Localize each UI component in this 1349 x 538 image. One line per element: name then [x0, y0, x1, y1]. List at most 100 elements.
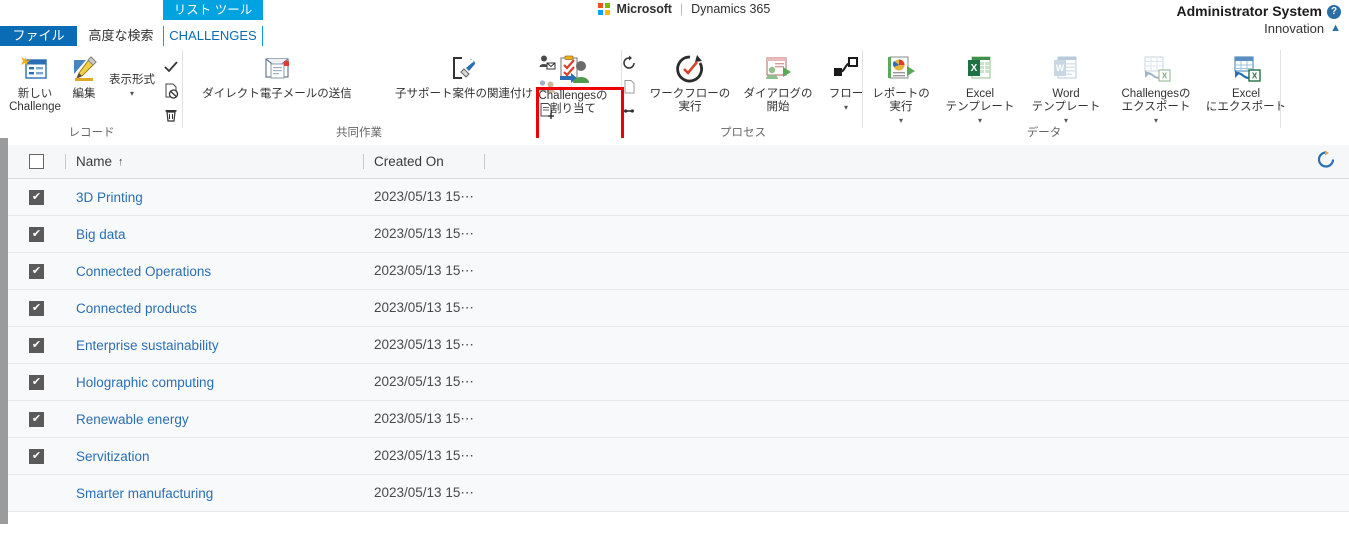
edit-button[interactable]: 編集 — [62, 52, 106, 101]
table-row[interactable]: ✔ 3D Printing 2023/05/13 15⋯ — [8, 179, 1349, 216]
send-direct-email-label: ダイレクト電子メールの送信 — [202, 88, 352, 100]
help-question-icon[interactable]: ? — [1327, 4, 1341, 19]
new-challenge-label: 新しい Challenge — [9, 88, 61, 114]
run-workflow-label: ワークフローの 実行 — [649, 88, 731, 114]
records-grid-area: Name ↑ Created On ✔ 3D Printing 2023/05/13… — [0, 138, 1349, 538]
select-all-checkbox[interactable] — [29, 154, 44, 169]
tab-file[interactable]: ファイル — [0, 26, 77, 46]
brand-product-label: Dynamics 365 — [691, 2, 771, 16]
table-row[interactable]: ✔ Holographic computing 2023/05/13 15⋯ — [8, 364, 1349, 401]
send-direct-email-button[interactable]: ダイレクト電子メールの送信 — [188, 52, 366, 101]
left-rail — [0, 138, 8, 524]
row-created-on: 2023/05/13 15⋯ — [374, 226, 474, 241]
table-row[interactable]: ✔ Servitization 2023/05/13 15⋯ — [8, 438, 1349, 475]
row-name-link[interactable]: Big data — [66, 227, 363, 242]
ribbon-tab-strip: リスト ツール ファイル 高度な検索 CHALLENGES — [0, 0, 1349, 46]
view-format-label: 表示形式 — [109, 74, 155, 86]
connect-child-case-label: 子サポート案件の関連付け — [395, 88, 533, 100]
row-checkbox-checked[interactable]: ✔ — [29, 300, 44, 316]
table-row[interactable]: ✔ Renewable energy 2023/05/13 15⋯ — [8, 401, 1349, 438]
row-name-link[interactable]: Enterprise sustainability — [66, 338, 363, 353]
row-select-cell[interactable]: ✔ — [8, 448, 65, 464]
row-checkbox-checked[interactable]: ✔ — [29, 189, 44, 205]
svg-text:X: X — [1162, 72, 1168, 81]
brand-lockup: Microsoft | Dynamics 365 — [598, 2, 770, 16]
svg-text:X: X — [1252, 72, 1258, 81]
row-name-link[interactable]: Holographic computing — [66, 375, 363, 390]
grid-rows-container: ✔ 3D Printing 2023/05/13 15⋯ ✔ Big data 2023/… — [8, 179, 1349, 512]
row-checkbox-unchecked[interactable] — [29, 486, 44, 501]
tab-advanced-find[interactable]: 高度な検索 — [80, 26, 162, 46]
group-divider — [1280, 50, 1281, 128]
word-template-button[interactable]: W Word テンプレート ▾ — [1022, 52, 1110, 128]
brand-separator: | — [679, 2, 684, 16]
dynamics-365-challenges-list-page: Microsoft | Dynamics 365 Administrator S… — [0, 0, 1349, 538]
brand-microsoft-label: Microsoft — [616, 2, 672, 16]
document-icon[interactable] — [618, 76, 640, 98]
connect-child-case-button[interactable]: 子サポート案件の関連付け — [384, 52, 544, 101]
row-created-on: 2023/05/13 15⋯ — [374, 189, 474, 204]
row-name-link[interactable]: Smarter manufacturing — [66, 486, 363, 501]
row-name-link[interactable]: Renewable energy — [66, 412, 363, 427]
excel-template-button[interactable]: X Excel テンプレート ▾ — [936, 52, 1024, 128]
export-to-excel-button[interactable]: X Excel にエクスポート — [1202, 52, 1290, 114]
new-challenge-button[interactable]: 新しい Challenge — [6, 52, 64, 114]
refresh-spinner-icon[interactable] — [1316, 149, 1336, 174]
table-row[interactable]: ✔ Enterprise sustainability 2023/05/13 15⋯ — [8, 327, 1349, 364]
column-header-name[interactable]: Name ↑ — [66, 154, 363, 169]
group-divider — [182, 50, 183, 128]
row-checkbox-checked[interactable]: ✔ — [29, 226, 44, 242]
row-created-on: 2023/05/13 15⋯ — [374, 411, 474, 426]
refresh-circle-icon[interactable] — [618, 52, 640, 74]
chevron-down-icon[interactable]: ▾ — [844, 103, 848, 112]
tab-challenges[interactable]: CHALLENGES — [163, 26, 263, 46]
row-checkbox-checked[interactable]: ✔ — [29, 411, 44, 427]
row-select-cell[interactable]: ✔ — [8, 374, 65, 390]
export-challenges-button[interactable]: X Challengesの エクスポート ▾ — [1108, 52, 1204, 128]
delete-trash-icon[interactable] — [160, 104, 182, 126]
records-grid: Name ↑ Created On ✔ 3D Printing 2023/05/13… — [8, 145, 1349, 534]
row-checkbox-checked[interactable]: ✔ — [29, 263, 44, 279]
connect-case-icon — [384, 52, 544, 86]
word-template-label: Word テンプレート — [1031, 88, 1101, 114]
edit-label: 編集 — [72, 88, 96, 100]
table-row[interactable]: Smarter manufacturing 2023/05/13 15⋯ — [8, 475, 1349, 512]
grid-footer — [8, 512, 1349, 534]
run-workflow-icon — [645, 52, 735, 86]
row-name-link[interactable]: Connected products — [66, 301, 363, 316]
column-separator — [484, 154, 485, 169]
deactivate-icon[interactable] — [160, 80, 182, 102]
new-record-icon — [6, 52, 64, 86]
ribbon-group-data: レポートの 実行 ▾ X Excel テンプレート ▾ W Word テンプレー… — [864, 46, 1286, 142]
activate-check-icon[interactable] — [160, 56, 182, 78]
row-select-cell[interactable]: ✔ — [8, 300, 65, 316]
select-all-cell[interactable] — [8, 154, 65, 169]
view-format-button[interactable]: 表示形式 ▾ — [104, 72, 160, 100]
row-created-on: 2023/05/13 15⋯ — [374, 300, 474, 315]
row-select-cell[interactable] — [8, 486, 65, 501]
start-dialog-label: ダイアログの 開始 — [743, 88, 813, 114]
link-icon[interactable] — [618, 100, 640, 122]
row-select-cell[interactable]: ✔ — [8, 189, 65, 205]
row-select-cell[interactable]: ✔ — [8, 226, 65, 242]
column-header-created-on[interactable]: Created On — [364, 154, 484, 169]
table-row[interactable]: ✔ Connected Operations 2023/05/13 15⋯ — [8, 253, 1349, 290]
row-select-cell[interactable]: ✔ — [8, 411, 65, 427]
table-row[interactable]: ✔ Connected products 2023/05/13 15⋯ — [8, 290, 1349, 327]
row-name-link[interactable]: 3D Printing — [66, 190, 363, 205]
sort-ascending-icon: ↑ — [118, 155, 124, 168]
run-report-button[interactable]: レポートの 実行 ▾ — [868, 52, 934, 128]
row-checkbox-checked[interactable]: ✔ — [29, 337, 44, 353]
row-checkbox-checked[interactable]: ✔ — [29, 448, 44, 464]
chevron-down-icon[interactable]: ▾ — [130, 89, 134, 98]
run-report-icon — [868, 52, 934, 86]
row-select-cell[interactable]: ✔ — [8, 263, 65, 279]
start-dialog-button[interactable]: ダイアログの 開始 — [735, 52, 821, 114]
row-select-cell[interactable]: ✔ — [8, 337, 65, 353]
run-workflow-button[interactable]: ワークフローの 実行 — [645, 52, 735, 114]
row-name-link[interactable]: Servitization — [66, 449, 363, 464]
row-checkbox-checked[interactable]: ✔ — [29, 374, 44, 390]
user-name-row: Administrator System ? — [1177, 3, 1341, 21]
table-row[interactable]: ✔ Big data 2023/05/13 15⋯ — [8, 216, 1349, 253]
row-name-link[interactable]: Connected Operations — [66, 264, 363, 279]
